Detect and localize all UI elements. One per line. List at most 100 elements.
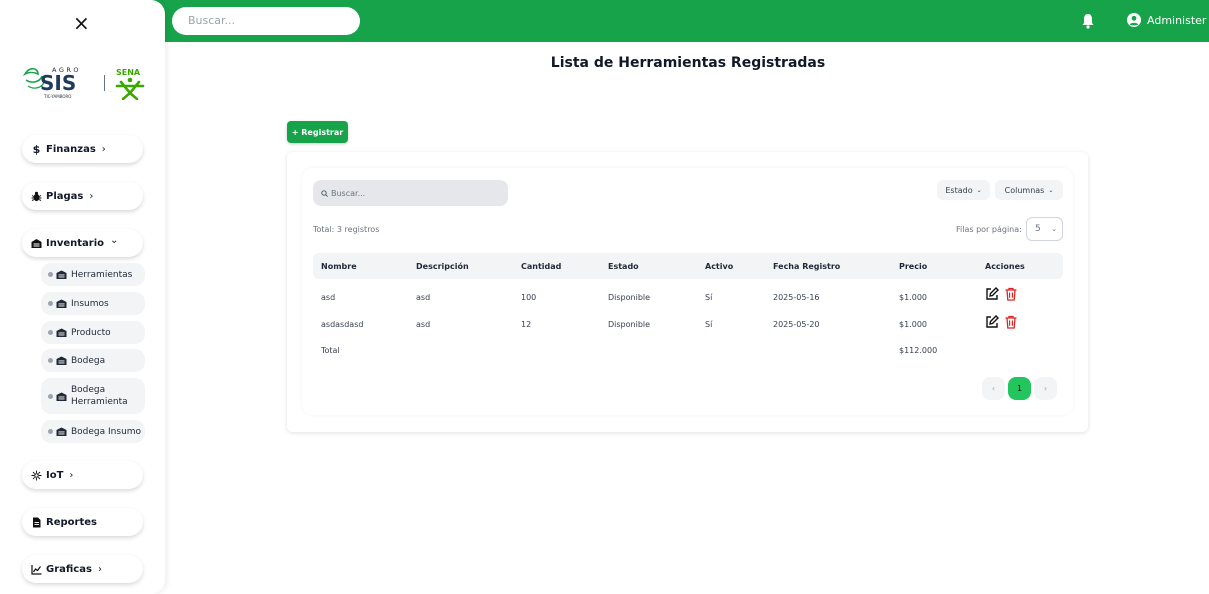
sidebar-subitem-label: Bodega Herramienta bbox=[71, 385, 128, 407]
cell-fecha: 2025-05-16 bbox=[773, 293, 820, 302]
bug-icon bbox=[31, 191, 42, 201]
sidebar-item-reportes[interactable]: Reportes bbox=[22, 508, 143, 536]
warehouse-icon bbox=[56, 392, 67, 401]
edit-icon[interactable] bbox=[985, 315, 999, 329]
column-header-acciones: Acciones bbox=[985, 262, 1025, 271]
sidebar-item-plagas[interactable]: Plagas › bbox=[22, 182, 143, 210]
chevron-down-icon: ⌄ bbox=[976, 186, 982, 194]
cell-precio: $1.000 bbox=[899, 320, 927, 329]
sidebar-item-label: Finanzas bbox=[46, 143, 96, 155]
bell-icon[interactable] bbox=[1081, 13, 1095, 29]
warehouse-icon bbox=[56, 356, 67, 365]
columnas-dropdown[interactable]: Columnas ⌄ bbox=[995, 180, 1063, 200]
sidebar-subitem-herramientas[interactable]: Herramientas bbox=[41, 263, 145, 286]
column-header-descripcion[interactable]: Descripción bbox=[416, 262, 469, 271]
edit-icon[interactable] bbox=[985, 287, 999, 301]
agrosis-logo: AGRO SIS TIC-YAMBORO bbox=[22, 66, 79, 99]
column-header-fecha-registro[interactable]: Fecha Registro bbox=[773, 262, 840, 271]
chevron-down-icon: ⌄ bbox=[1051, 225, 1057, 233]
bullet-dot bbox=[48, 358, 53, 363]
sidebar-subitem-bodega-insumo[interactable]: Bodega Insumo bbox=[41, 420, 145, 443]
sidebar-subitem-bodega[interactable]: Bodega bbox=[41, 349, 145, 372]
cell-nombre: asdasdasd bbox=[321, 320, 364, 329]
column-header-activo[interactable]: Activo bbox=[705, 262, 733, 271]
rows-per-page-select[interactable]: 5 ⌄ bbox=[1026, 217, 1063, 241]
rows-per-page-label: Filas por página: bbox=[956, 225, 1022, 234]
chevron-right-icon: › bbox=[97, 563, 102, 575]
logo-partner: SENA bbox=[116, 68, 141, 77]
close-icon[interactable]: × bbox=[73, 12, 90, 34]
sensor-icon bbox=[31, 470, 42, 480]
user-name[interactable]: Administer bbox=[1147, 14, 1206, 27]
bullet-dot bbox=[48, 301, 53, 306]
global-search-input[interactable]: Buscar... bbox=[172, 7, 360, 35]
cell-activo: Sí bbox=[705, 320, 713, 329]
pagination-prev-button[interactable]: ‹ bbox=[982, 377, 1005, 400]
sidebar-item-finanzas[interactable]: $ Finanzas › bbox=[22, 135, 143, 163]
columnas-label: Columnas bbox=[1004, 185, 1045, 195]
logo-brand-sub: TIC-YAMBORO bbox=[43, 94, 71, 99]
warehouse-icon bbox=[56, 427, 67, 436]
cell-activo: Sí bbox=[705, 293, 713, 302]
sidebar: × AGRO SIS TIC-YAMBORO SENA $ Finanzas ›… bbox=[0, 0, 165, 594]
sidebar-item-iot[interactable]: IoT › bbox=[22, 461, 143, 489]
chevron-right-icon: › bbox=[69, 469, 74, 481]
sidebar-subitem-producto[interactable]: Producto bbox=[41, 321, 145, 344]
page-title: Lista de Herramientas Registradas bbox=[550, 55, 826, 71]
sidebar-subitem-label: Bodega Insumo bbox=[71, 426, 142, 437]
sidebar-item-label: Graficas bbox=[46, 563, 92, 575]
warehouse-icon bbox=[56, 270, 67, 279]
estado-filter-dropdown[interactable]: Estado ⌄ bbox=[937, 180, 990, 200]
warehouse-icon bbox=[31, 238, 42, 248]
cell-nombre: asd bbox=[321, 293, 336, 302]
sidebar-item-inventario[interactable]: Inventario ⌄ bbox=[22, 229, 143, 257]
chevron-down-icon: ⌄ bbox=[1048, 186, 1054, 194]
sidebar-item-label: Reportes bbox=[46, 516, 97, 528]
chevron-right-icon: › bbox=[101, 143, 106, 155]
warehouse-icon bbox=[56, 299, 67, 308]
cell-cantidad: 12 bbox=[521, 320, 532, 329]
register-button[interactable]: + Registrar bbox=[287, 121, 348, 143]
search-icon bbox=[321, 189, 328, 197]
delete-icon[interactable] bbox=[1004, 287, 1018, 301]
column-header-cantidad[interactable]: Cantidad bbox=[521, 262, 561, 271]
sidebar-subitem-bodega-herramienta[interactable]: Bodega Herramienta bbox=[41, 378, 145, 414]
cell-fecha: 2025-05-20 bbox=[773, 320, 820, 329]
column-header-precio[interactable]: Precio bbox=[899, 262, 927, 271]
document-icon bbox=[33, 517, 41, 527]
pagination-next-button[interactable]: › bbox=[1034, 377, 1057, 400]
bullet-dot bbox=[48, 272, 53, 277]
logo-divider bbox=[104, 75, 105, 91]
chart-icon bbox=[31, 564, 42, 575]
column-header-estado[interactable]: Estado bbox=[608, 262, 639, 271]
sena-logo: SENA bbox=[115, 68, 145, 100]
cell-descripcion: asd bbox=[416, 320, 431, 329]
sidebar-item-label: IoT bbox=[46, 469, 64, 481]
pagination-page-1[interactable]: 1 bbox=[1008, 377, 1031, 400]
cell-estado: Disponible bbox=[608, 293, 651, 302]
cell-descripcion: asd bbox=[416, 293, 431, 302]
delete-icon[interactable] bbox=[1004, 315, 1018, 329]
table-search-input[interactable]: Buscar... bbox=[313, 180, 508, 206]
sidebar-item-graficas[interactable]: Graficas › bbox=[22, 555, 143, 583]
bullet-dot bbox=[48, 393, 53, 399]
table-search-placeholder: Buscar... bbox=[331, 188, 366, 198]
user-circle-icon[interactable] bbox=[1127, 13, 1141, 27]
cell-estado: Disponible bbox=[608, 320, 651, 329]
total-records: Total: 3 registros bbox=[313, 225, 380, 234]
cell-cantidad: 100 bbox=[521, 293, 537, 302]
total-label: Total bbox=[321, 346, 340, 355]
sidebar-subitem-label: Producto bbox=[71, 327, 111, 338]
sidebar-subitem-insumos[interactable]: Insumos bbox=[41, 292, 145, 315]
sidebar-subitem-label: Bodega bbox=[71, 355, 106, 366]
column-header-nombre[interactable]: Nombre bbox=[321, 262, 357, 271]
warehouse-icon bbox=[56, 328, 67, 337]
sidebar-item-label: Plagas bbox=[46, 190, 84, 202]
estado-filter-label: Estado bbox=[945, 185, 973, 195]
sidebar-subitem-label: Insumos bbox=[71, 298, 109, 309]
rows-per-page-value: 5 bbox=[1035, 224, 1041, 234]
cell-precio: $1.000 bbox=[899, 293, 927, 302]
chevron-right-icon: › bbox=[89, 190, 94, 202]
bullet-dot bbox=[48, 429, 53, 434]
logo-brand-main: SIS bbox=[40, 71, 76, 95]
